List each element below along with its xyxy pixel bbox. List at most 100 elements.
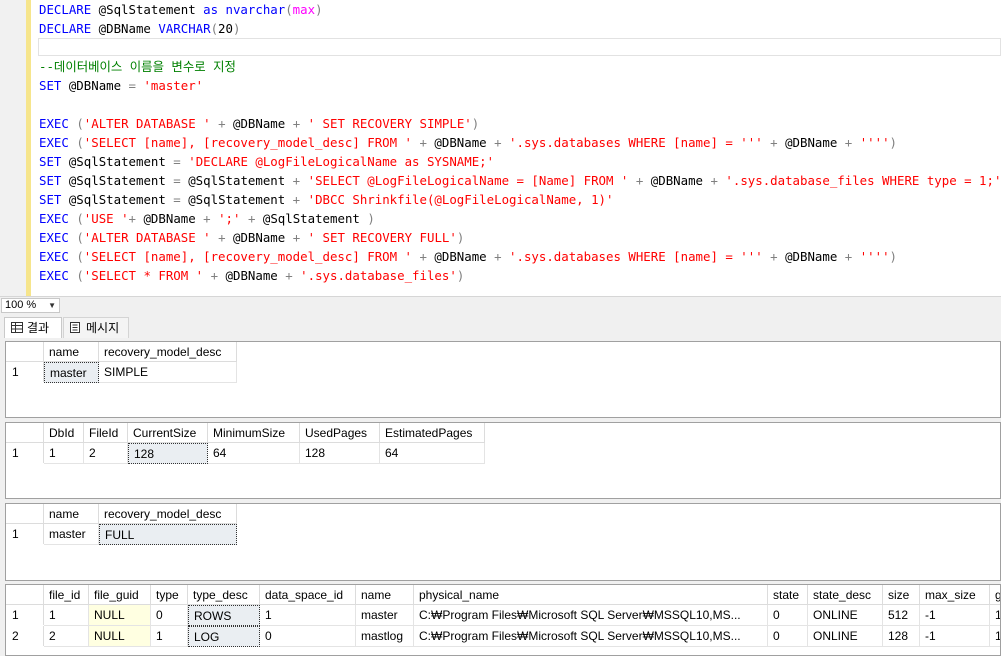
grid-cell[interactable]: master (44, 362, 99, 383)
grid-cell[interactable]: 0 (768, 626, 808, 647)
grid-cell[interactable]: 1 (44, 443, 84, 464)
grid-corner[interactable] (6, 504, 44, 524)
grid-cell[interactable]: 0 (151, 605, 188, 626)
grid-cell[interactable]: 128 (300, 443, 380, 464)
code-line: SET @SqlStatement = @SqlStatement + 'SEL… (39, 171, 1001, 190)
tab-messages[interactable]: 메시지 (63, 317, 129, 338)
grid-cell[interactable]: NULL (89, 626, 151, 647)
query-editor[interactable]: DECLARE @SqlStatement as nvarchar(max) DE… (0, 0, 1001, 296)
column-header[interactable]: DbId (44, 423, 84, 443)
grid-cell[interactable]: C:₩Program Files₩Microsoft SQL Server₩MS… (414, 626, 768, 647)
code-token: SET (39, 154, 62, 169)
grid-cell[interactable]: 1 (44, 605, 89, 626)
grid-cell[interactable]: 512 (883, 605, 920, 626)
code-token: = (173, 192, 181, 207)
grid-cell[interactable]: master (44, 524, 99, 545)
column-header[interactable]: CurrentSize (128, 423, 208, 443)
column-header[interactable]: size (883, 585, 920, 605)
grid-cell[interactable]: 2 (84, 443, 128, 464)
grid-cell[interactable]: 1 (151, 626, 188, 647)
code-token: @DBName (643, 173, 711, 188)
grid-cell[interactable]: C:₩Program Files₩Microsoft SQL Server₩MS… (414, 605, 768, 626)
column-header[interactable]: name (356, 585, 414, 605)
column-header[interactable]: recovery_model_desc (99, 504, 237, 524)
code-token: @SqlStatement (61, 154, 174, 169)
code-token: ) (456, 268, 465, 283)
row-number[interactable]: 1 (6, 443, 44, 463)
column-header[interactable]: file_guid (89, 585, 151, 605)
code-token: EXEC (39, 116, 69, 131)
code-line: EXEC ('USE '+ @DBName + ';' + @SqlStatem… (39, 209, 375, 228)
tab-results[interactable]: 결과 (4, 317, 62, 338)
grid-cell[interactable]: LOG (188, 626, 260, 647)
column-header[interactable]: UsedPages (300, 423, 380, 443)
grid-cell[interactable]: ROWS (188, 605, 260, 626)
grid-cell[interactable]: ONLINE (808, 605, 883, 626)
grid-cell[interactable]: mastlog (356, 626, 414, 647)
code-line: SET @DBName = 'master' (39, 76, 203, 95)
row-number[interactable]: 1 (6, 524, 44, 544)
tab-messages-label: 메시지 (86, 321, 120, 335)
grid-cell[interactable]: NULL (89, 605, 151, 626)
column-header[interactable]: data_space_id (260, 585, 356, 605)
column-header[interactable]: recovery_model_desc (99, 342, 237, 362)
column-header[interactable]: EstimatedPages (380, 423, 485, 443)
zoom-select[interactable]: 100 % ▼ (1, 298, 60, 313)
code-token: + (419, 249, 427, 264)
grid-cell[interactable]: 1 (990, 626, 1000, 647)
column-header[interactable]: state_desc (808, 585, 883, 605)
column-header[interactable]: name (44, 342, 99, 362)
column-header[interactable]: FileId (84, 423, 128, 443)
grid-cell[interactable]: -1 (920, 626, 990, 647)
column-header[interactable]: name (44, 504, 99, 524)
column-header[interactable]: max_size (920, 585, 990, 605)
row-number[interactable]: 2 (6, 626, 44, 646)
grid-cell[interactable]: 1 (990, 605, 1000, 626)
code-token: '''' (859, 135, 890, 150)
column-header[interactable]: type_desc (188, 585, 260, 605)
grid-cell[interactable]: -1 (920, 605, 990, 626)
code-token: 'DBCC Shrinkfile(@LogFileLogicalName, 1)… (307, 192, 614, 207)
grid-cell[interactable]: 128 (128, 443, 208, 464)
grid-cell[interactable]: master (356, 605, 414, 626)
code-line: EXEC ('SELECT [name], [recovery_model_de… (39, 133, 897, 152)
code-token: 'SELECT [name], [recovery_model_desc] FR… (83, 249, 413, 264)
column-header[interactable]: MinimumSize (208, 423, 300, 443)
code-token: @DBName (777, 135, 845, 150)
grid-cell[interactable]: SIMPLE (99, 362, 237, 383)
grid-cell[interactable]: 0 (768, 605, 808, 626)
column-header[interactable]: type (151, 585, 188, 605)
grid-cell[interactable]: 64 (380, 443, 485, 464)
grid-corner[interactable] (6, 585, 44, 605)
grid-corner[interactable] (6, 423, 44, 443)
code-token: ( (76, 135, 84, 150)
column-header[interactable]: g (990, 585, 1000, 605)
code-token: + (218, 230, 226, 245)
grid-cell[interactable]: 0 (260, 626, 356, 647)
result-grid-4[interactable]: file_id file_guid type type_desc data_space_… (5, 584, 1001, 656)
column-header[interactable]: file_id (44, 585, 89, 605)
column-header[interactable]: state (768, 585, 808, 605)
code-token: SET (39, 192, 62, 207)
code-token: @DBName (61, 78, 129, 93)
result-grid-2[interactable]: DbId FileId CurrentSize MinimumSize UsedPage… (5, 422, 1001, 499)
grid-cell[interactable]: 128 (883, 626, 920, 647)
result-grid-1[interactable]: name recovery_model_desc 1 master SIMPLE (5, 341, 1001, 418)
column-header[interactable]: physical_name (414, 585, 768, 605)
code-line: EXEC ('ALTER DATABASE ' + @DBName + ' SE… (39, 114, 479, 133)
row-number[interactable]: 1 (6, 362, 44, 382)
grid-cell[interactable]: 1 (260, 605, 356, 626)
grid-cell[interactable]: ONLINE (808, 626, 883, 647)
grid-cell[interactable]: FULL (99, 524, 237, 545)
grid-cell[interactable]: 64 (208, 443, 300, 464)
code-token: ) (232, 21, 241, 36)
row-number[interactable]: 1 (6, 605, 44, 625)
result-grid-3[interactable]: name recovery_model_desc 1 master FULL (5, 503, 1001, 581)
grid-corner[interactable] (6, 342, 44, 362)
grid-cell[interactable]: 2 (44, 626, 89, 647)
